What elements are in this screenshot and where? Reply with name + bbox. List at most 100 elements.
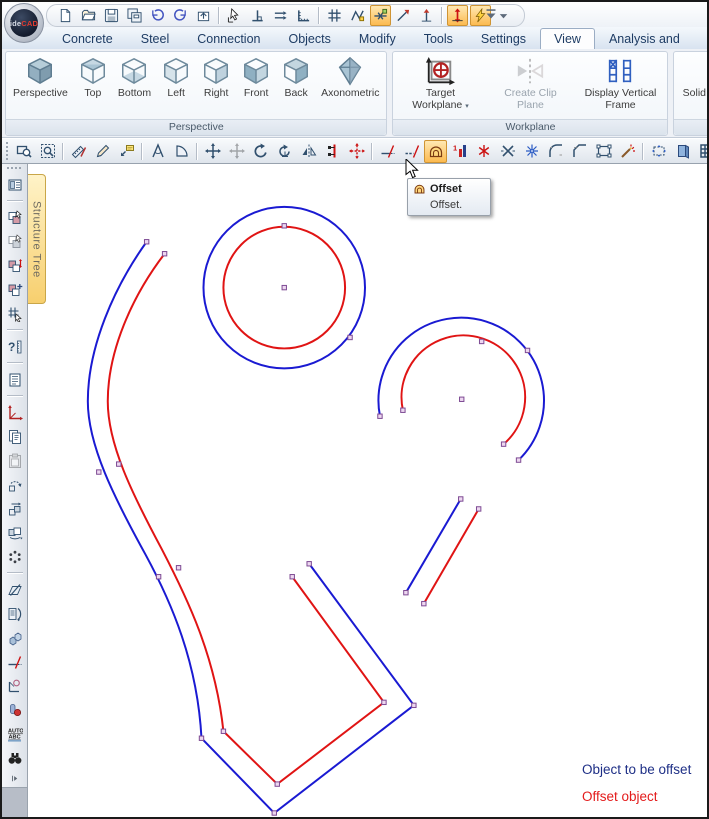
run-mode-button[interactable] xyxy=(447,5,468,26)
redo-button[interactable] xyxy=(170,5,191,26)
grip-point[interactable] xyxy=(348,335,352,339)
save-all-button[interactable] xyxy=(124,5,145,26)
mirror-button[interactable] xyxy=(297,140,320,163)
divide-button[interactable] xyxy=(520,140,543,163)
select-similar-button[interactable] xyxy=(4,255,26,276)
grip-point[interactable] xyxy=(378,414,382,418)
deselect-objects-button[interactable] xyxy=(4,231,26,252)
solid-with-edges-button[interactable]: Solid with Edges ▾ xyxy=(676,53,707,118)
app-logo[interactable]: ideCAD xyxy=(4,3,44,43)
offset-polyline[interactable] xyxy=(108,254,384,784)
snap-grid-button[interactable] xyxy=(324,5,345,26)
add-selection-button[interactable] xyxy=(4,279,26,300)
grip-point[interactable] xyxy=(221,729,225,733)
rotate-objects-button[interactable] xyxy=(4,498,26,519)
solid-objects-button[interactable] xyxy=(4,627,26,648)
offset-button[interactable] xyxy=(424,140,447,163)
undo-button[interactable] xyxy=(147,5,168,26)
sidebar-grip[interactable] xyxy=(7,167,23,169)
annotate-button[interactable] xyxy=(115,140,138,163)
grip-point[interactable] xyxy=(282,224,286,228)
grip-point[interactable] xyxy=(382,700,386,704)
point-group-button[interactable] xyxy=(4,546,26,567)
polar-array-button[interactable] xyxy=(345,140,368,163)
auto-label-button[interactable] xyxy=(4,723,26,744)
view-perspective-button[interactable]: Perspective xyxy=(8,53,73,118)
measure-arc-button[interactable] xyxy=(170,140,193,163)
offset-arc[interactable] xyxy=(402,335,526,444)
tab-settings[interactable]: Settings xyxy=(467,28,540,49)
undo-view-button[interactable] xyxy=(193,5,214,26)
grip-point[interactable] xyxy=(272,811,276,815)
grip-point[interactable] xyxy=(144,240,148,244)
object-arc[interactable] xyxy=(378,318,544,460)
zoom-dynamic-button[interactable] xyxy=(36,140,59,163)
move-button[interactable] xyxy=(201,140,224,163)
view-right-button[interactable]: Right xyxy=(196,53,236,118)
break-button[interactable] xyxy=(472,140,495,163)
toolbar-grip[interactable] xyxy=(6,142,8,160)
view-top-button[interactable]: Top xyxy=(73,53,113,118)
tab-view[interactable]: View xyxy=(540,28,595,49)
object-segment[interactable] xyxy=(406,499,461,593)
snap-nearest-button[interactable] xyxy=(393,5,414,26)
grip-point[interactable] xyxy=(401,408,405,412)
grip-point[interactable] xyxy=(162,252,166,256)
grip-point[interactable] xyxy=(199,736,203,740)
tab-steel[interactable]: Steel xyxy=(127,28,184,49)
snap-polygon-button[interactable] xyxy=(347,5,368,26)
display-vertical-frame-button[interactable]: Display Vertical Frame xyxy=(575,53,665,118)
select-mode-button[interactable] xyxy=(224,5,245,26)
tab-objects[interactable]: Objects xyxy=(274,28,344,49)
stretch-button[interactable] xyxy=(321,140,344,163)
rectangular-array-button[interactable] xyxy=(647,140,670,163)
edit-grid-button[interactable] xyxy=(695,140,707,163)
rotate-reference-button[interactable] xyxy=(273,140,296,163)
select-by-grid-button[interactable] xyxy=(4,303,26,324)
grip-point[interactable] xyxy=(501,442,505,446)
render-settings-button[interactable] xyxy=(4,699,26,720)
copy-button[interactable] xyxy=(4,426,26,447)
select-objects-button[interactable] xyxy=(4,207,26,228)
snap-corner-button[interactable] xyxy=(293,5,314,26)
drawing-canvas[interactable]: Object to be offsetOffset object xyxy=(28,164,707,817)
trim-button[interactable] xyxy=(376,140,399,163)
view-bottom-button[interactable]: Bottom xyxy=(113,53,156,118)
explode-button[interactable] xyxy=(496,140,519,163)
object-polyline[interactable] xyxy=(88,242,414,813)
grip-point[interactable] xyxy=(290,575,294,579)
create-region-button[interactable] xyxy=(592,140,615,163)
tab-concrete[interactable]: Concrete xyxy=(48,28,127,49)
zoom-window-button[interactable] xyxy=(12,140,35,163)
open-file-button[interactable] xyxy=(78,5,99,26)
snap-perpendicular-button[interactable] xyxy=(247,5,268,26)
edge-trim-button[interactable] xyxy=(4,651,26,672)
measure-button[interactable] xyxy=(67,140,90,163)
view-left-button[interactable]: Left xyxy=(156,53,196,118)
tab-tools[interactable]: Tools xyxy=(410,28,467,49)
save-button[interactable] xyxy=(101,5,122,26)
match-properties-button[interactable] xyxy=(616,140,639,163)
grip-point[interactable] xyxy=(476,507,480,511)
grip-point[interactable] xyxy=(516,458,520,462)
report-button[interactable] xyxy=(4,369,26,390)
structure-tree-tab[interactable]: Structure Tree xyxy=(28,174,46,304)
chamfer-button[interactable] xyxy=(568,140,591,163)
view-front-button[interactable]: Front xyxy=(236,53,276,118)
grip-point[interactable] xyxy=(422,601,426,605)
expand-toolbar-button[interactable] xyxy=(5,771,25,785)
grip-point[interactable] xyxy=(117,462,121,466)
grip-point[interactable] xyxy=(176,566,180,570)
move-objects-button[interactable] xyxy=(4,522,26,543)
tab-connection[interactable]: Connection xyxy=(183,28,274,49)
tab-modify[interactable]: Modify xyxy=(345,28,410,49)
snap-parallel-button[interactable] xyxy=(270,5,291,26)
grip-point[interactable] xyxy=(97,470,101,474)
find-button[interactable] xyxy=(4,747,26,768)
grip-point[interactable] xyxy=(525,348,529,352)
grip-point[interactable] xyxy=(156,575,160,579)
fillet-button[interactable] xyxy=(544,140,567,163)
customize-quick-access-button[interactable] xyxy=(482,5,500,23)
tab-analysis-and-design[interactable]: Analysis and Design xyxy=(595,28,707,49)
view-back-button[interactable]: Back xyxy=(276,53,316,118)
